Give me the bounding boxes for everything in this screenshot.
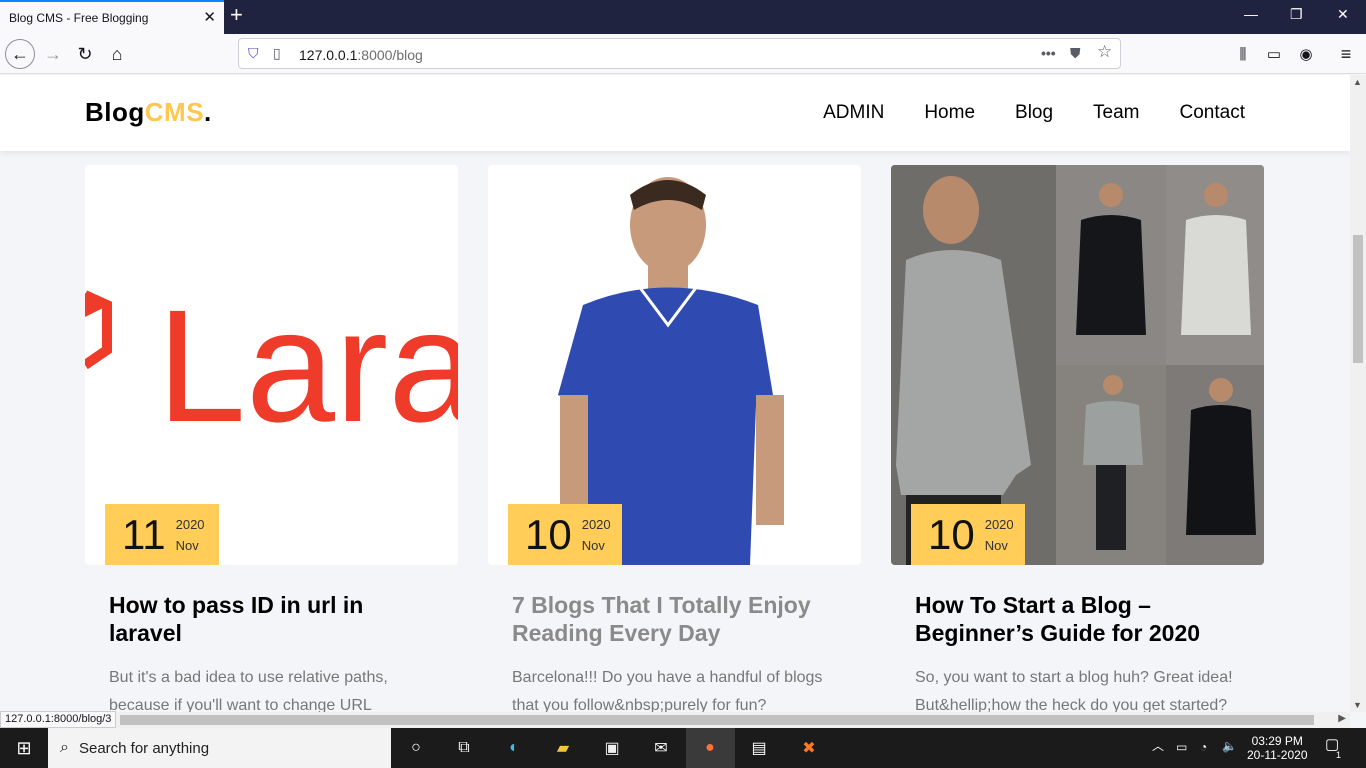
mail-icon[interactable]: ✉	[649, 736, 673, 760]
post-year: 2020	[984, 516, 1014, 532]
forward-arrow-icon[interactable]: →	[38, 39, 68, 69]
main-menu: ADMIN Home Blog Team Contact	[823, 102, 1245, 124]
post-excerpt: Barcelona!!! Do you have a handful of bl…	[512, 669, 823, 712]
date-badge: 10 2020 Nov	[911, 504, 1025, 565]
menu-item-home[interactable]: Home	[924, 102, 975, 124]
url-text: 127.0.0.1:8000/blog	[299, 47, 423, 63]
restore-icon[interactable]: ❐	[1290, 6, 1303, 23]
post-day: 10	[525, 510, 572, 558]
notification-count: 1	[1336, 750, 1342, 760]
post-card[interactable]: Lara 11 2020 Nov How to pass ID in url in…	[85, 165, 458, 712]
edge-icon[interactable]: ◐	[502, 736, 526, 760]
post-image[interactable]: 10 2020 Nov	[488, 165, 861, 565]
post-month: Nov	[175, 537, 199, 553]
horizontal-scroll-thumb[interactable]	[120, 715, 1314, 725]
post-image[interactable]: 10 2020 Nov	[891, 165, 1264, 565]
scroll-up-icon[interactable]: ▲	[1353, 77, 1362, 87]
site-logo[interactable]: BlogCMS.	[85, 97, 212, 128]
store-icon[interactable]: ▣	[600, 736, 624, 760]
browser-titlebar: Blog CMS - Free Blogging ✕ + — ❐ ✕	[0, 0, 1366, 34]
page-icon: ▯	[273, 45, 281, 61]
battery-icon[interactable]: ▭	[1176, 740, 1187, 754]
menu-item-admin[interactable]: ADMIN	[823, 102, 884, 124]
post-day: 10	[928, 510, 975, 558]
close-tab-icon[interactable]: ✕	[203, 8, 216, 26]
clock-date: 20-11-2020	[1247, 748, 1308, 762]
svg-text:Lara: Lara	[157, 276, 458, 455]
search-icon: ⌕	[60, 739, 69, 756]
bookmark-star-icon[interactable]: ☆	[1097, 42, 1112, 62]
volume-icon[interactable]: 🔈	[1222, 739, 1237, 753]
shield-icon[interactable]: ⛉	[248, 45, 259, 62]
tab-title: Blog CMS - Free Blogging	[9, 11, 149, 25]
menu-item-contact[interactable]: Contact	[1180, 102, 1245, 124]
post-month: Nov	[984, 537, 1008, 553]
library-icon[interactable]: ⫼	[1228, 39, 1258, 69]
task-view-icon[interactable]: ⧉	[452, 736, 476, 760]
show-hidden-icons[interactable]: ︿	[1152, 739, 1164, 753]
post-excerpt: But it's a bad idea to use relative path…	[109, 669, 388, 712]
wifi-icon[interactable]: ◔	[1200, 740, 1207, 754]
more-actions-icon[interactable]: •••	[1041, 45, 1056, 61]
post-day: 11	[122, 510, 166, 558]
post-card[interactable]: 10 2020 Nov How To Start a Blog – Beginne…	[891, 165, 1264, 712]
close-window-icon[interactable]: ✕	[1337, 6, 1349, 23]
scroll-right-icon[interactable]: ▶	[1338, 713, 1346, 724]
post-year: 2020	[175, 516, 205, 532]
status-url: 127.0.0.1:8000/blog/3	[0, 711, 117, 728]
new-tab-icon[interactable]: +	[230, 2, 243, 28]
vertical-scrollbar[interactable]: ▲ ▼	[1350, 75, 1366, 712]
firefox-taskbar-button[interactable]: ●	[686, 728, 735, 768]
post-title[interactable]: How to pass ID in url in laravel	[109, 591, 429, 647]
url-bar[interactable]: ⛉ ▯ 127.0.0.1:8000/blog ••• ⛊ ☆	[238, 38, 1121, 69]
post-year: 2020	[581, 516, 611, 532]
minimize-icon[interactable]: —	[1244, 6, 1258, 22]
scroll-down-icon[interactable]: ▼	[1353, 700, 1362, 710]
clock[interactable]: 03:29 PM 20-11-2020	[1247, 734, 1308, 762]
cortana-icon[interactable]: ○	[404, 736, 428, 760]
taskbar-search[interactable]: ⌕ Search for anything	[48, 728, 391, 768]
post-title[interactable]: How To Start a Blog – Beginner’s Guide f…	[915, 591, 1235, 647]
firefox-icon: ●	[705, 739, 715, 756]
windows-start-icon[interactable]: ⊞	[12, 736, 36, 760]
site-header: BlogCMS. ADMIN Home Blog Team Contact	[0, 75, 1350, 151]
post-image[interactable]: Lara 11 2020 Nov	[85, 165, 458, 565]
date-badge: 11 2020 Nov	[105, 504, 219, 565]
web-page: BlogCMS. ADMIN Home Blog Team Contact La…	[0, 75, 1350, 712]
horizontal-scrollbar[interactable]: ▶	[0, 712, 1350, 728]
clock-time: 03:29 PM	[1251, 734, 1303, 748]
menu-icon[interactable]: ≡	[1331, 39, 1361, 69]
browser-tab[interactable]: Blog CMS - Free Blogging ✕	[0, 0, 224, 34]
post-title[interactable]: 7 Blogs That I Totally Enjoy Reading Eve…	[512, 591, 832, 647]
post-excerpt: So, you want to start a blog huh? Great …	[915, 669, 1233, 712]
file-explorer-icon[interactable]: ▰	[551, 736, 575, 760]
date-badge: 10 2020 Nov	[508, 504, 622, 565]
windows-taskbar: ⊞ ⌕ Search for anything ○ ⧉ ◐ ▰ ▣ ✉ ● ▤ …	[0, 728, 1366, 768]
home-icon[interactable]: ⌂	[102, 39, 132, 69]
account-icon[interactable]: ◉	[1291, 39, 1321, 69]
reload-icon[interactable]: ↻	[70, 39, 100, 69]
menu-item-team[interactable]: Team	[1093, 102, 1139, 124]
post-month: Nov	[581, 537, 605, 553]
browser-navbar: ← → ↻ ⌂ ⛉ ▯ 127.0.0.1:8000/blog ••• ⛊ ☆ …	[0, 34, 1366, 74]
search-placeholder: Search for anything	[78, 739, 210, 757]
post-card[interactable]: 10 2020 Nov 7 Blogs That I Totally Enjoy …	[488, 165, 861, 712]
vertical-scroll-thumb[interactable]	[1353, 235, 1363, 363]
sidebar-icon[interactable]: ▭	[1259, 39, 1289, 69]
pocket-icon[interactable]: ⛊	[1070, 45, 1081, 62]
xampp-icon[interactable]: ✖	[797, 736, 821, 760]
back-arrow-icon[interactable]: ←	[5, 39, 35, 69]
menu-item-blog[interactable]: Blog	[1015, 102, 1053, 124]
terminal-icon[interactable]: ▤	[747, 736, 771, 760]
